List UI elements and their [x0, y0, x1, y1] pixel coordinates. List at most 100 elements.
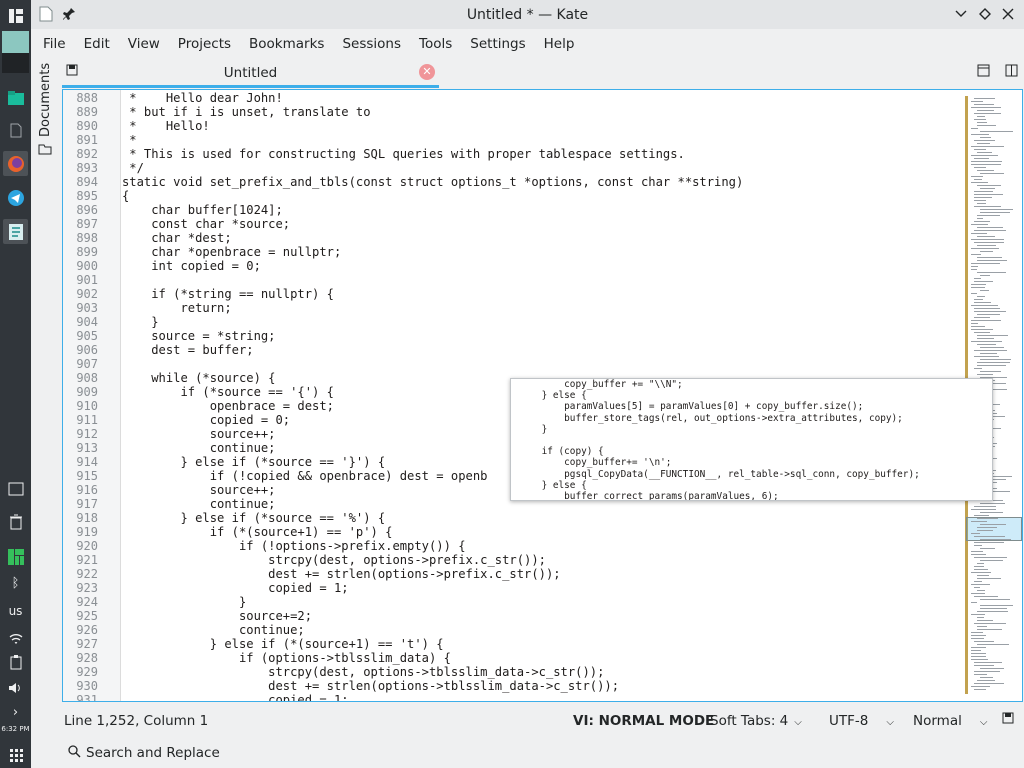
minimap-line	[974, 662, 1002, 663]
document-icon[interactable]	[3, 118, 28, 143]
menu-sessions[interactable]: Sessions	[333, 29, 410, 59]
tab-untitled[interactable]: Untitled ✕	[62, 61, 439, 88]
code-line[interactable]: char *dest;	[122, 231, 231, 245]
code-line[interactable]: source++;	[122, 427, 276, 441]
code-line[interactable]: openbrace = dest;	[122, 399, 334, 413]
menu-settings[interactable]: Settings	[461, 29, 534, 59]
app-launcher-icon[interactable]	[3, 3, 28, 28]
expand-tray-icon[interactable]: ›	[3, 700, 28, 725]
indentation-selector[interactable]: Soft Tabs: 4 ⌵	[710, 713, 802, 729]
kate-icon[interactable]	[3, 219, 28, 244]
code-line[interactable]: * but if i is unset, translate to	[122, 105, 370, 119]
code-line[interactable]: if (!copied && openbrace) dest = openb	[122, 469, 488, 483]
minimap-line	[977, 629, 1002, 630]
file-manager-icon[interactable]	[3, 85, 28, 110]
code-line[interactable]: * This is used for constructing SQL quer…	[122, 147, 685, 161]
code-line[interactable]: if (*(source+1) == 'p') {	[122, 525, 393, 539]
maximize-icon[interactable]	[975, 4, 995, 24]
trash-icon[interactable]	[3, 509, 28, 534]
close-window-icon[interactable]	[998, 4, 1018, 24]
menu-help[interactable]: Help	[535, 29, 584, 59]
bluetooth-icon[interactable]: ᛒ	[3, 571, 28, 596]
code-line[interactable]: dest += strlen(options->tblsslim_data->c…	[122, 679, 619, 693]
menu-view[interactable]: View	[119, 29, 169, 59]
encoding-selector[interactable]: UTF-8 ⌵	[829, 713, 894, 729]
code-line[interactable]: const char *source;	[122, 217, 290, 231]
network-icon[interactable]	[3, 625, 28, 650]
code-line[interactable]: copied = 0;	[122, 413, 290, 427]
documents-tab[interactable]: Documents	[38, 63, 53, 137]
quick-open-icon[interactable]	[974, 64, 992, 82]
code-line[interactable]: return;	[122, 301, 231, 315]
minimap-line	[971, 632, 983, 633]
code-line[interactable]: *	[122, 133, 136, 147]
code-line[interactable]: }	[122, 315, 158, 329]
volume-icon[interactable]	[3, 675, 28, 700]
minimap-line	[971, 521, 987, 522]
code-line[interactable]: continue;	[122, 623, 305, 637]
code-line[interactable]: while (*source) {	[122, 371, 275, 385]
code-line[interactable]: source+=2;	[122, 609, 312, 623]
save-status-icon[interactable]	[1002, 712, 1014, 728]
code-line[interactable]: }	[122, 595, 246, 609]
code-line[interactable]: continue;	[122, 497, 276, 511]
minimize-icon[interactable]	[951, 4, 971, 24]
code-line[interactable]: strcpy(dest, options->tblsslim_data->c_s…	[122, 665, 604, 679]
folder-icon[interactable]	[38, 143, 52, 159]
minimap-line	[974, 230, 1006, 231]
clock[interactable]: 6:32 PM	[0, 725, 31, 733]
minimap-line	[974, 302, 991, 303]
minimap-line	[971, 635, 986, 636]
code-line[interactable]: } else if (*source == '%') {	[122, 511, 385, 525]
menu-projects[interactable]: Projects	[169, 29, 240, 59]
code-line[interactable]: } else if (*(source+1) == 't') {	[122, 637, 444, 651]
code-line[interactable]: static void set_prefix_and_tbls(const st…	[122, 175, 743, 189]
search-replace-button[interactable]: Search and Replace	[68, 745, 220, 761]
pin-icon[interactable]	[59, 4, 79, 24]
code-line[interactable]: if (options->tblsslim_data) {	[122, 651, 451, 665]
minimap-line	[971, 107, 1001, 108]
code-line[interactable]: } else if (*source == '}') {	[122, 455, 385, 469]
manjaro-icon[interactable]	[3, 544, 28, 569]
code-line[interactable]: dest += strlen(options->prefix.c_str());	[122, 567, 560, 581]
window-grid-icon[interactable]	[3, 742, 28, 767]
close-tab-icon[interactable]: ✕	[419, 64, 435, 80]
code-line[interactable]: copied = 1;	[122, 581, 348, 595]
vi-mode-indicator[interactable]: VI: NORMAL MODE	[573, 713, 714, 729]
menu-bookmarks[interactable]: Bookmarks	[240, 29, 333, 59]
code-line[interactable]: int copied = 0;	[122, 259, 261, 273]
code-line[interactable]: if (*source == '{') {	[122, 385, 334, 399]
minimap-line	[971, 101, 983, 102]
code-line[interactable]: dest = buffer;	[122, 343, 253, 357]
split-view-icon[interactable]	[1002, 64, 1020, 82]
desktop-1-icon[interactable]	[2, 31, 29, 53]
minimap-line	[974, 356, 999, 357]
code-line[interactable]: source++;	[122, 483, 276, 497]
app-menu-icon[interactable]	[36, 4, 56, 24]
code-line[interactable]: * Hello dear John!	[122, 91, 283, 105]
menu-file[interactable]: File	[34, 29, 75, 59]
code-line[interactable]: char *openbrace = nullptr;	[122, 245, 341, 259]
title-bar[interactable]: Untitled * — Kate	[31, 0, 1024, 29]
menu-tools[interactable]: Tools	[410, 29, 461, 59]
telegram-icon[interactable]	[3, 185, 28, 210]
code-line[interactable]: * Hello!	[122, 119, 209, 133]
firefox-icon[interactable]	[3, 151, 28, 176]
code-line[interactable]: copied = 1;	[122, 693, 348, 701]
code-line[interactable]: char buffer[1024];	[122, 203, 283, 217]
keyboard-layout[interactable]: us	[3, 598, 28, 623]
desktop-2-icon[interactable]	[2, 53, 29, 73]
code-line[interactable]: continue;	[122, 441, 276, 455]
menu-edit[interactable]: Edit	[75, 29, 119, 59]
code-line[interactable]: */	[122, 161, 144, 175]
code-line[interactable]: {	[122, 189, 129, 203]
code-line[interactable]: source = *string;	[122, 329, 275, 343]
code-line[interactable]: if (*string == nullptr) {	[122, 287, 334, 301]
mode-selector[interactable]: Normal ⌵	[913, 713, 987, 729]
cursor-position[interactable]: Line 1,252, Column 1	[64, 713, 208, 729]
minimap-line	[977, 236, 995, 237]
code-line[interactable]: strcpy(dest, options->prefix.c_str());	[122, 553, 546, 567]
clipboard-icon[interactable]	[3, 649, 28, 674]
show-desktop-icon[interactable]	[3, 476, 28, 501]
code-line[interactable]: if (!options->prefix.empty()) {	[122, 539, 466, 553]
